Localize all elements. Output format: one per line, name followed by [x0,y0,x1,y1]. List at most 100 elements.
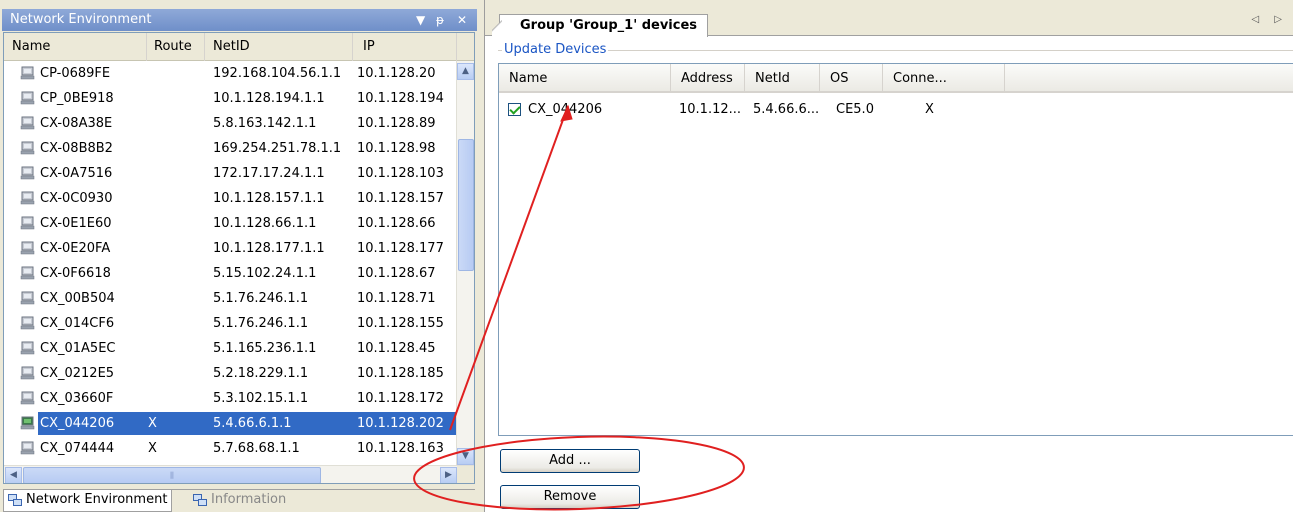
column-header-os[interactable]: OS [820,64,883,91]
device-os: CE5.0 [836,102,874,117]
device-icon [20,416,35,430]
device-icon [20,141,35,155]
scroll-right-icon[interactable]: ▶ [440,467,457,483]
cell-ip: 10.1.128.194 [357,91,444,106]
cell-name: CX-08B8B2 [40,141,113,156]
table-row[interactable]: CX_03660F 5.3.102.15.1.1 10.1.128.172 [4,386,456,411]
table-row[interactable]: CX_01A5EC 5.1.165.236.1.1 10.1.128.45 [4,336,456,361]
device-icon [20,66,35,80]
table-row[interactable]: CX-0F6618 5.15.102.24.1.1 10.1.128.67 [4,261,456,286]
device-icon [20,91,35,105]
cell-name: CX-0C0930 [40,191,113,206]
table-row[interactable]: CX-0C0930 10.1.128.157.1.1 10.1.128.157 [4,186,456,211]
cell-ip: 10.1.128.172 [357,391,444,406]
cell-ip: 10.1.128.89 [357,116,436,131]
table-row[interactable]: CX_014CF6 5.1.76.246.1.1 10.1.128.155 [4,311,456,336]
cell-netid: 5.2.18.229.1.1 [213,366,309,381]
cell-netid: 169.254.251.78.1.1 [213,141,342,156]
scroll-left-icon[interactable]: ◀ [5,467,22,483]
tab-group-devices[interactable]: Group 'Group_1' devices [491,14,709,38]
table-row[interactable]: CX_00B504 5.1.76.246.1.1 10.1.128.71 [4,286,456,311]
cell-name: CP_0BE918 [40,91,114,106]
remove-button[interactable]: Remove [500,485,640,509]
column-header-netid[interactable]: NetID [205,33,353,61]
cell-netid: 10.1.128.157.1.1 [213,191,325,206]
list-item[interactable]: CX_044206 10.1.12... 5.4.66.6... CE5.0 X [499,100,1293,120]
cell-name: CX_014CF6 [40,316,115,331]
cell-netid: 172.17.17.24.1.1 [213,166,325,181]
cell-ip: 10.1.128.71 [357,291,436,306]
scroll-thumb[interactable] [458,139,474,271]
table-row[interactable]: CX_0212E5 5.2.18.229.1.1 10.1.128.185 [4,361,456,386]
tab-information[interactable]: Information [189,490,290,512]
cell-name: CP-0689FE [40,66,111,81]
horizontal-scroll-thumb[interactable]: ⫼ [23,467,321,483]
table-row[interactable]: CP-0689FE 192.168.104.56.1.1 10.1.128.20 [4,61,456,86]
cell-route: X [148,416,157,431]
device-icon [20,116,35,130]
cell-netid: 5.4.66.6.1.1 [213,416,292,431]
column-header-ip[interactable]: IP [353,33,457,61]
device-icon [20,291,35,305]
tab-label: Information [211,492,287,507]
cell-ip: 10.1.128.103 [357,166,444,181]
device-icon [20,241,35,255]
table-row[interactable]: CX_074444 X 5.7.68.68.1.1 10.1.128.163 [4,436,456,461]
cell-ip: 10.1.128.20 [357,66,436,81]
device-netid: 5.4.66.6... [753,102,820,117]
device-icon [20,341,35,355]
table-row[interactable]: CP_0BE918 10.1.128.194.1.1 10.1.128.194 [4,86,456,111]
cell-name: CX-0E20FA [40,241,111,256]
cell-ip: 10.1.128.45 [357,341,436,356]
cell-name: CX_074444 [40,441,115,456]
pin-icon[interactable]: ᵽ [436,9,444,31]
cell-name: CX_00B504 [40,291,115,306]
table-row[interactable]: CX_044206 X 5.4.66.6.1.1 10.1.128.202 [4,411,456,436]
table-row[interactable]: CX-0E1E60 10.1.128.66.1.1 10.1.128.66 [4,211,456,236]
cell-netid: 5.15.102.24.1.1 [213,266,317,281]
devices-list: Name Address NetId OS Conne... CX_044206… [498,63,1293,436]
horizontal-scrollbar[interactable]: ◀ ⫼ ▶ [4,465,474,483]
cell-name: CX-08A38E [40,116,113,131]
cell-name: CX_0212E5 [40,366,115,381]
tab-scroll-icons[interactable]: ◁ ▷ [1251,14,1288,25]
vertical-scrollbar[interactable]: ▲ ▼ [456,61,474,465]
dropdown-icon[interactable]: ▼ [416,9,425,31]
tab-network-environment[interactable]: Network Environment [3,490,173,512]
group-devices-panel: Group 'Group_1' devices ◁ ▷ Update Devic… [484,0,1293,512]
cell-netid: 192.168.104.56.1.1 [213,66,342,81]
table-row[interactable]: CX-0E20FA 10.1.128.177.1.1 10.1.128.177 [4,236,456,261]
device-checkbox[interactable] [508,103,521,116]
grid-body: CP-0689FE 192.168.104.56.1.1 10.1.128.20 CP… [4,61,456,465]
cell-netid: 10.1.128.177.1.1 [213,241,325,256]
add-button[interactable]: Add ... [500,449,640,473]
table-row[interactable]: CX-08A38E 5.8.163.142.1.1 10.1.128.89 [4,111,456,136]
column-header-route[interactable]: Route [147,33,205,61]
devices-list-header: Name Address NetId OS Conne... [499,64,1293,93]
device-icon [20,316,35,330]
network-icon [8,494,22,506]
cell-netid: 5.1.165.236.1.1 [213,341,317,356]
column-header-name[interactable]: Name [4,33,147,61]
device-icon [20,441,35,455]
device-grid: Name Route NetID IP CP-0689FE 192.168.104… [3,32,475,484]
cell-name: CX-0F6618 [40,266,111,281]
cell-ip: 10.1.128.202 [357,416,444,431]
table-row[interactable]: CX-0A7516 172.17.17.24.1.1 10.1.128.103 [4,161,456,186]
cell-ip: 10.1.128.163 [357,441,444,456]
column-header-connected[interactable]: Conne... [883,64,1005,91]
column-header-netid[interactable]: NetId [745,64,820,91]
scroll-down-icon[interactable]: ▼ [457,448,474,465]
close-icon[interactable]: ✕ [457,9,467,31]
column-header-name[interactable]: Name [499,64,671,91]
cell-ip: 10.1.128.98 [357,141,436,156]
column-header-address[interactable]: Address [671,64,745,91]
cell-netid: 5.3.102.15.1.1 [213,391,309,406]
device-icon [20,191,35,205]
network-environment-panel: Network Environment ▼ ᵽ ✕ Name Route Net… [0,0,477,512]
device-icon [20,366,35,380]
table-row[interactable]: CX-08B8B2 169.254.251.78.1.1 10.1.128.98 [4,136,456,161]
document-tab-strip: Group 'Group_1' devices ◁ ▷ [485,0,1293,38]
scroll-up-icon[interactable]: ▲ [457,63,474,80]
cell-netid: 5.1.76.246.1.1 [213,316,309,331]
